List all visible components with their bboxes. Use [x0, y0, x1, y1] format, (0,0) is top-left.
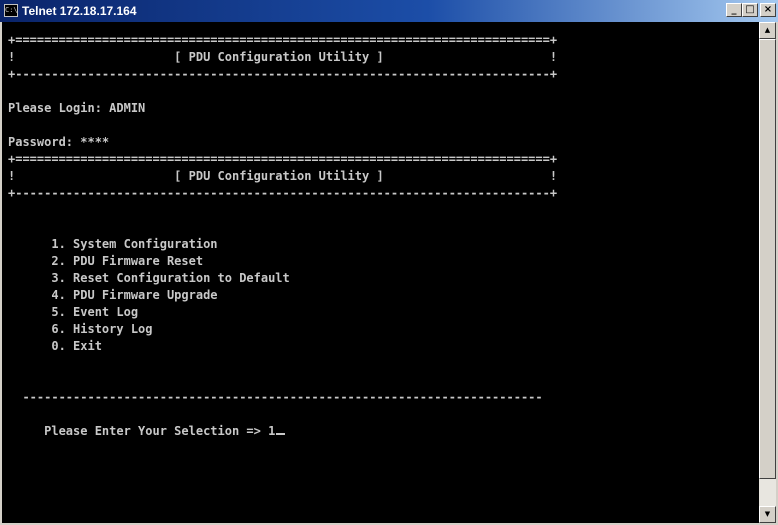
terminal-area[interactable]: +=======================================…	[2, 22, 759, 523]
terminal-line: ! [ PDU Configuration Utility ] !	[8, 169, 558, 183]
terminal-line: 4. PDU Firmware Upgrade	[8, 288, 218, 302]
terminal-line: +=======================================…	[8, 152, 558, 166]
scroll-down-icon[interactable]: ▼	[759, 506, 776, 523]
terminal-line: ! [ PDU Configuration Utility ] !	[8, 50, 558, 64]
terminal-line: 5. Event Log	[8, 305, 139, 319]
terminal-output: +=======================================…	[8, 32, 557, 440]
scroll-up-icon[interactable]: ▲	[759, 22, 776, 39]
terminal-line: ----------------------------------------…	[8, 390, 543, 404]
terminal-line: +=======================================…	[8, 33, 558, 47]
terminal-line: 3. Reset Configuration to Default	[8, 271, 290, 285]
terminal-line: 0. Exit	[8, 339, 102, 353]
close-button[interactable]: ×	[760, 3, 776, 17]
terminal-line: +---------------------------------------…	[8, 186, 558, 200]
terminal-line: 6. History Log	[8, 322, 153, 336]
terminal-line: Please Enter Your Selection => 1	[8, 423, 557, 440]
maximize-button[interactable]: □	[742, 3, 758, 17]
vertical-scrollbar[interactable]: ▲ ▼	[759, 22, 776, 523]
terminal-line: +---------------------------------------…	[8, 67, 558, 81]
console-icon: C:\	[4, 4, 18, 17]
terminal-line: Password: ****	[8, 135, 110, 149]
terminal-line: 1. System Configuration	[8, 237, 218, 251]
terminal-line: 2. PDU Firmware Reset	[8, 254, 204, 268]
title-bar[interactable]: C:\ Telnet 172.18.17.164 _ □ ×	[0, 0, 778, 22]
minimize-button[interactable]: _	[726, 3, 742, 17]
text-cursor	[276, 433, 286, 435]
scroll-thumb[interactable]	[759, 39, 776, 479]
terminal-line: Please Login: ADMIN	[8, 101, 146, 115]
window-title: Telnet 172.18.17.164	[22, 4, 137, 18]
telnet-window: C:\ Telnet 172.18.17.164 _ □ × +========…	[0, 0, 778, 525]
